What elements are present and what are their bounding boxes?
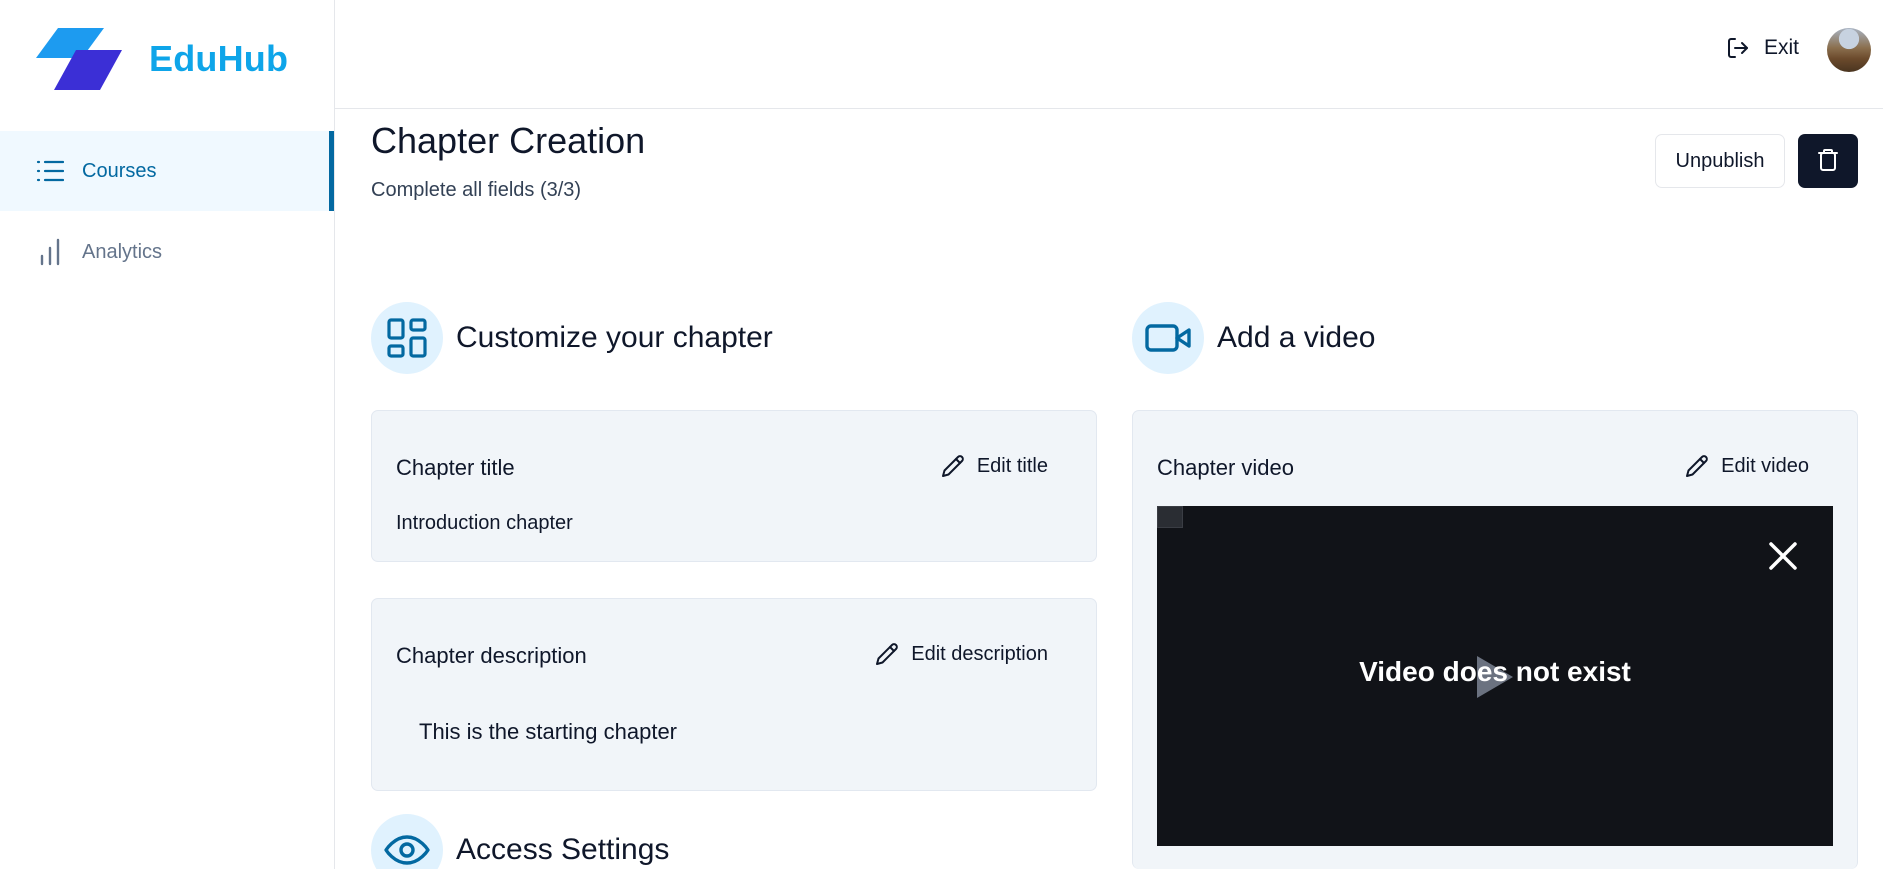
page-title: Chapter Creation xyxy=(371,120,646,161)
edit-title-label: Edit title xyxy=(976,454,1048,477)
edit-description-label: Edit description xyxy=(911,642,1048,665)
unpublish-button[interactable]: Unpublish xyxy=(1655,134,1785,188)
sidebar-item-courses[interactable]: Courses xyxy=(0,131,334,211)
broken-image-icon xyxy=(1157,506,1183,528)
completion-status: Complete all fields (3/3) xyxy=(371,179,582,201)
bar-chart-icon xyxy=(36,238,64,266)
app-name: EduHub xyxy=(149,38,289,79)
trash-icon xyxy=(1817,148,1839,175)
chapter-description-label: Chapter description xyxy=(396,643,587,668)
top-bar: Exit xyxy=(335,0,1883,109)
exit-button[interactable]: Exit xyxy=(1726,36,1799,60)
chapter-title-label: Chapter title xyxy=(396,455,515,480)
pencil-icon xyxy=(1685,454,1709,478)
exit-label: Exit xyxy=(1763,36,1799,59)
eye-icon xyxy=(371,814,443,869)
list-icon xyxy=(36,157,64,185)
user-avatar[interactable] xyxy=(1827,28,1871,72)
sidebar-item-analytics[interactable]: Analytics xyxy=(0,212,334,292)
app-logo[interactable] xyxy=(36,28,124,90)
logo-icon xyxy=(36,28,122,90)
video-heading: Add a video xyxy=(1217,321,1376,354)
video-section-header: Add a video xyxy=(1132,302,1375,374)
access-heading: Access Settings xyxy=(456,833,670,866)
sidebar-item-label: Courses xyxy=(82,159,157,182)
access-section-header: Access Settings xyxy=(371,814,669,869)
chapter-title-value: Introduction chapter xyxy=(396,512,573,534)
sidebar-item-label: Analytics xyxy=(82,240,163,263)
layout-dashboard-icon xyxy=(371,302,443,374)
customize-heading: Customize your chapter xyxy=(456,321,773,354)
chapter-description-value: This is the starting chapter xyxy=(419,719,678,744)
edit-video-label: Edit video xyxy=(1721,454,1809,477)
delete-button[interactable] xyxy=(1798,134,1858,188)
logout-icon xyxy=(1726,36,1750,60)
close-icon[interactable] xyxy=(1763,536,1803,576)
pencil-icon xyxy=(875,642,899,666)
sidebar: EduHub Courses Analytics xyxy=(0,0,335,869)
video-player[interactable]: Video does not exist xyxy=(1157,506,1833,846)
chapter-video-label: Chapter video xyxy=(1157,455,1294,480)
edit-video-button[interactable]: Edit video xyxy=(1685,454,1809,478)
customize-section-header: Customize your chapter xyxy=(371,302,773,374)
video-missing-message: Video does not exist xyxy=(1359,656,1631,687)
video-camera-icon xyxy=(1132,302,1204,374)
chapter-description-card: Chapter description Edit description Thi… xyxy=(371,598,1097,791)
pencil-icon xyxy=(941,454,965,478)
chapter-title-card: Chapter title Edit title Introduction ch… xyxy=(371,410,1097,562)
edit-title-button[interactable]: Edit title xyxy=(941,454,1048,478)
edit-description-button[interactable]: Edit description xyxy=(875,642,1048,666)
